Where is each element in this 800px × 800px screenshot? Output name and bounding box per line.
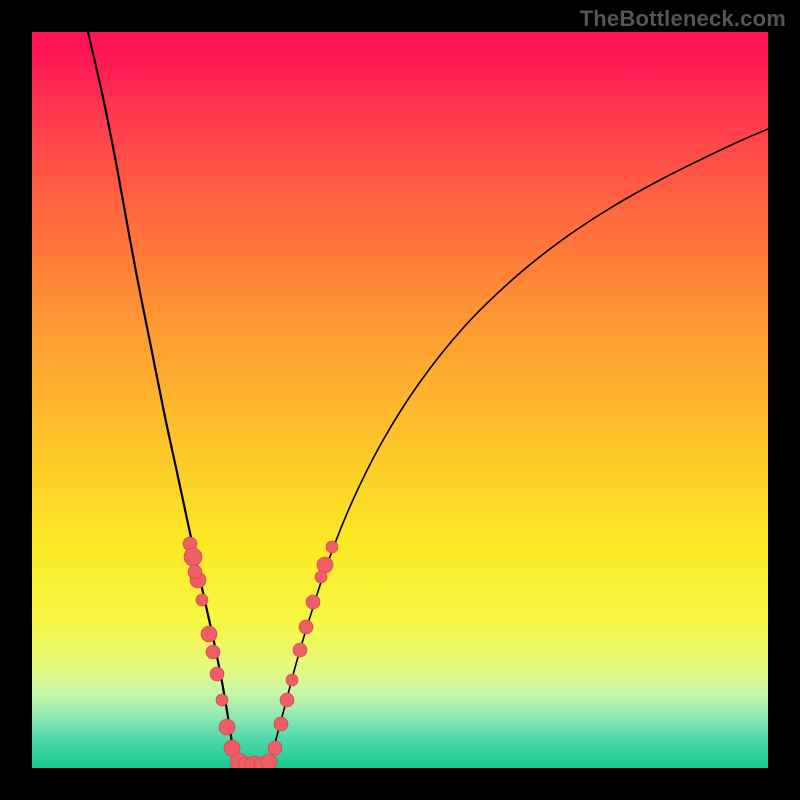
data-point <box>274 717 288 731</box>
data-point <box>219 719 235 735</box>
data-point <box>268 741 282 755</box>
data-point <box>317 557 333 573</box>
data-point <box>188 565 202 579</box>
data-point <box>184 548 202 566</box>
data-point <box>299 620 313 634</box>
curve-svg <box>32 32 768 768</box>
chart-stage: TheBottleneck.com <box>0 0 800 800</box>
scatter-points <box>183 537 338 768</box>
data-point <box>201 626 217 642</box>
data-point <box>196 594 208 606</box>
curve-right <box>268 129 768 766</box>
data-point <box>216 694 228 706</box>
plot-area <box>32 32 768 768</box>
data-point <box>326 541 338 553</box>
data-point <box>210 667 224 681</box>
data-point <box>306 595 320 609</box>
data-point <box>261 754 277 768</box>
data-point <box>206 645 220 659</box>
data-point <box>315 571 327 583</box>
data-point <box>293 643 307 657</box>
watermark-label: TheBottleneck.com <box>580 6 786 32</box>
data-point <box>286 674 298 686</box>
data-point <box>280 693 294 707</box>
